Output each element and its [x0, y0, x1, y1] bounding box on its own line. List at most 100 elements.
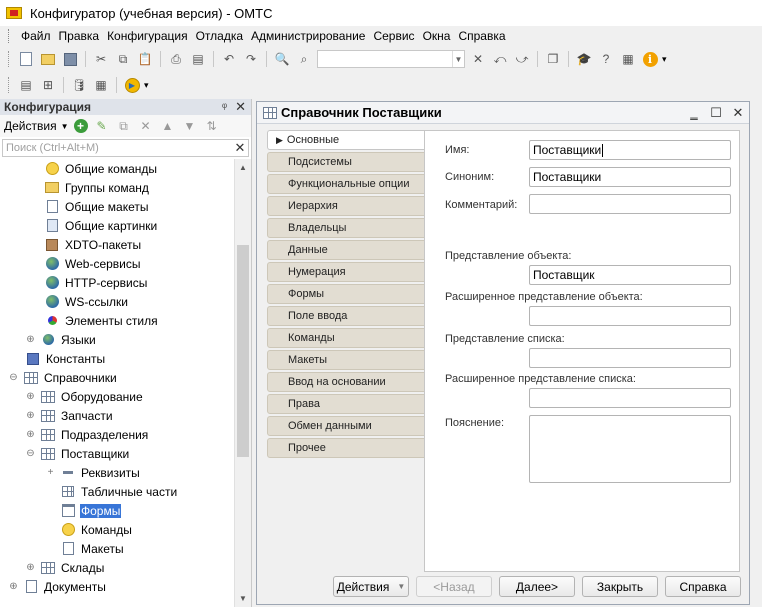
open-configuration-icon[interactable]: ▤: [17, 76, 35, 94]
clear-search-icon[interactable]: ✕: [469, 50, 487, 68]
tab-input-by-basis[interactable]: Ввод на основании: [267, 372, 425, 392]
copy-item-icon[interactable]: ⧉: [115, 117, 133, 135]
tree-item-web-services[interactable]: Web-сервисы: [0, 254, 235, 273]
add-icon[interactable]: +: [73, 119, 88, 133]
info-icon[interactable]: i: [641, 50, 659, 68]
menu-help[interactable]: Справка: [454, 29, 509, 43]
cut-icon[interactable]: ✂: [92, 50, 110, 68]
synonym-field[interactable]: Поставщики: [529, 167, 731, 187]
scroll-down-icon[interactable]: ▼: [235, 590, 251, 607]
tree-item-languages[interactable]: ⊕ Языки: [0, 330, 235, 349]
syntax-helper-icon[interactable]: 🎓: [575, 50, 593, 68]
paste-icon[interactable]: 📋: [136, 50, 154, 68]
move-up-icon[interactable]: ▲: [159, 117, 177, 135]
collapse-icon[interactable]: ⊖: [8, 372, 19, 383]
menu-configuration[interactable]: Конфигурация: [103, 29, 192, 43]
tree-item-commands[interactable]: Команды: [0, 520, 235, 539]
menu-windows[interactable]: Окна: [419, 29, 455, 43]
maximize-icon[interactable]: ☐: [705, 105, 727, 121]
move-down-icon[interactable]: ▼: [181, 117, 199, 135]
find-in-files-icon[interactable]: 🔍: [273, 50, 291, 68]
start-debugging-icon[interactable]: ▶: [123, 76, 141, 94]
tree-item-templates[interactable]: Макеты: [0, 539, 235, 558]
toolbar-search-input[interactable]: ▼: [317, 50, 465, 68]
compare-configuration-icon[interactable]: ⊞: [39, 76, 57, 94]
tree-item-ws-links[interactable]: WS-ссылки: [0, 292, 235, 311]
menu-administration[interactable]: Администрирование: [247, 29, 369, 43]
tab-functional-options[interactable]: Функциональные опции: [267, 174, 425, 194]
help-topic-icon[interactable]: ?: [597, 50, 615, 68]
delete-icon[interactable]: ✕: [137, 117, 155, 135]
update-database-icon[interactable]: 🛢: [70, 76, 88, 94]
comment-field[interactable]: [529, 194, 731, 214]
actions-button[interactable]: Действия ▼: [333, 576, 409, 597]
back-button[interactable]: <Назад: [416, 576, 492, 597]
tree-item-documents[interactable]: ⊕ Документы: [0, 577, 235, 596]
tree-item-common-commands[interactable]: Общие команды: [0, 159, 235, 178]
search-dropdown-icon[interactable]: ▼: [452, 51, 464, 67]
object-representation-field[interactable]: Поставщик: [529, 265, 731, 285]
minimize-icon[interactable]: ‗: [683, 105, 705, 120]
tab-data[interactable]: Данные: [267, 240, 425, 260]
sort-icon[interactable]: ⇅: [203, 117, 221, 135]
database-properties-icon[interactable]: ▦: [92, 76, 110, 94]
tab-hierarchy[interactable]: Иерархия: [267, 196, 425, 216]
actions-dropdown-icon[interactable]: ▼: [61, 122, 69, 131]
new-file-icon[interactable]: [17, 50, 35, 68]
expand-icon[interactable]: ⊕: [25, 334, 36, 345]
expand-icon[interactable]: ⊕: [25, 410, 36, 421]
next-button[interactable]: Далее>: [499, 576, 575, 597]
expand-icon[interactable]: ⊕: [25, 391, 36, 402]
close-icon[interactable]: ✕: [235, 99, 246, 115]
name-field[interactable]: Поставщики: [529, 140, 731, 160]
tab-numbering[interactable]: Нумерация: [267, 262, 425, 282]
windows-icon[interactable]: ❐: [544, 50, 562, 68]
scroll-up-icon[interactable]: ▲: [235, 159, 251, 176]
help-button[interactable]: Справка: [665, 576, 741, 597]
tree-item-style-elements[interactable]: Элементы стиля: [0, 311, 235, 330]
help-content-icon[interactable]: ▦: [619, 50, 637, 68]
tree-item-command-groups[interactable]: Группы команд: [0, 178, 235, 197]
clear-icon[interactable]: ✕: [232, 140, 248, 156]
extended-object-representation-field[interactable]: [529, 306, 731, 326]
pin-icon[interactable]: ᵠ: [222, 100, 227, 114]
tree-item-attributes[interactable]: + Реквизиты: [0, 463, 235, 482]
expand-icon[interactable]: ⊕: [8, 581, 19, 592]
tree-item-departments[interactable]: ⊕ Подразделения: [0, 425, 235, 444]
tree-item-catalogs[interactable]: ⊖ Справочники: [0, 368, 235, 387]
tree-item-constants[interactable]: Константы: [0, 349, 235, 368]
tab-commands[interactable]: Команды: [267, 328, 425, 348]
tree-item-common-pictures[interactable]: Общие картинки: [0, 216, 235, 235]
debug-dropdown-icon[interactable]: ▾: [144, 80, 149, 91]
tab-subsystems[interactable]: Подсистемы: [267, 152, 425, 172]
search-icon[interactable]: ⌕: [295, 50, 313, 68]
open-folder-icon[interactable]: [39, 50, 57, 68]
tree-item-xdto-packages[interactable]: XDTO-пакеты: [0, 235, 235, 254]
tree-item-tabular-sections[interactable]: Табличные части: [0, 482, 235, 501]
tree-scrollbar[interactable]: ▲ ▼: [234, 159, 251, 607]
tree-item-http-services[interactable]: HTTP-сервисы: [0, 273, 235, 292]
scroll-thumb[interactable]: [237, 245, 249, 457]
list-representation-field[interactable]: [529, 348, 731, 368]
edit-icon[interactable]: ✎: [93, 117, 111, 135]
undo-icon[interactable]: ↶: [220, 50, 238, 68]
explanation-field[interactable]: [529, 415, 731, 483]
tab-other[interactable]: Прочее: [267, 438, 425, 458]
save-icon[interactable]: [61, 50, 79, 68]
redo-icon[interactable]: ↷: [242, 50, 260, 68]
tab-forms[interactable]: Формы: [267, 284, 425, 304]
tab-input-field[interactable]: Поле ввода: [267, 306, 425, 326]
actions-menu-button[interactable]: Действия: [4, 119, 57, 133]
tree-item-suppliers[interactable]: ⊖ Поставщики: [0, 444, 235, 463]
find-previous-icon[interactable]: ⤺: [491, 50, 509, 68]
tree-search-field[interactable]: Поиск (Ctrl+Alt+M) ✕: [2, 139, 249, 157]
toolbar-more-icon[interactable]: ▾: [662, 54, 667, 65]
expand-icon[interactable]: ⊕: [25, 429, 36, 440]
extended-list-representation-field[interactable]: [529, 388, 731, 408]
collapse-icon[interactable]: ⊖: [25, 448, 36, 459]
tab-main[interactable]: ▶ Основные: [267, 130, 425, 150]
menu-debug[interactable]: Отладка: [192, 29, 247, 43]
menu-file[interactable]: Файл: [17, 29, 55, 43]
menu-service[interactable]: Сервис: [369, 29, 418, 43]
tab-owners[interactable]: Владельцы: [267, 218, 425, 238]
